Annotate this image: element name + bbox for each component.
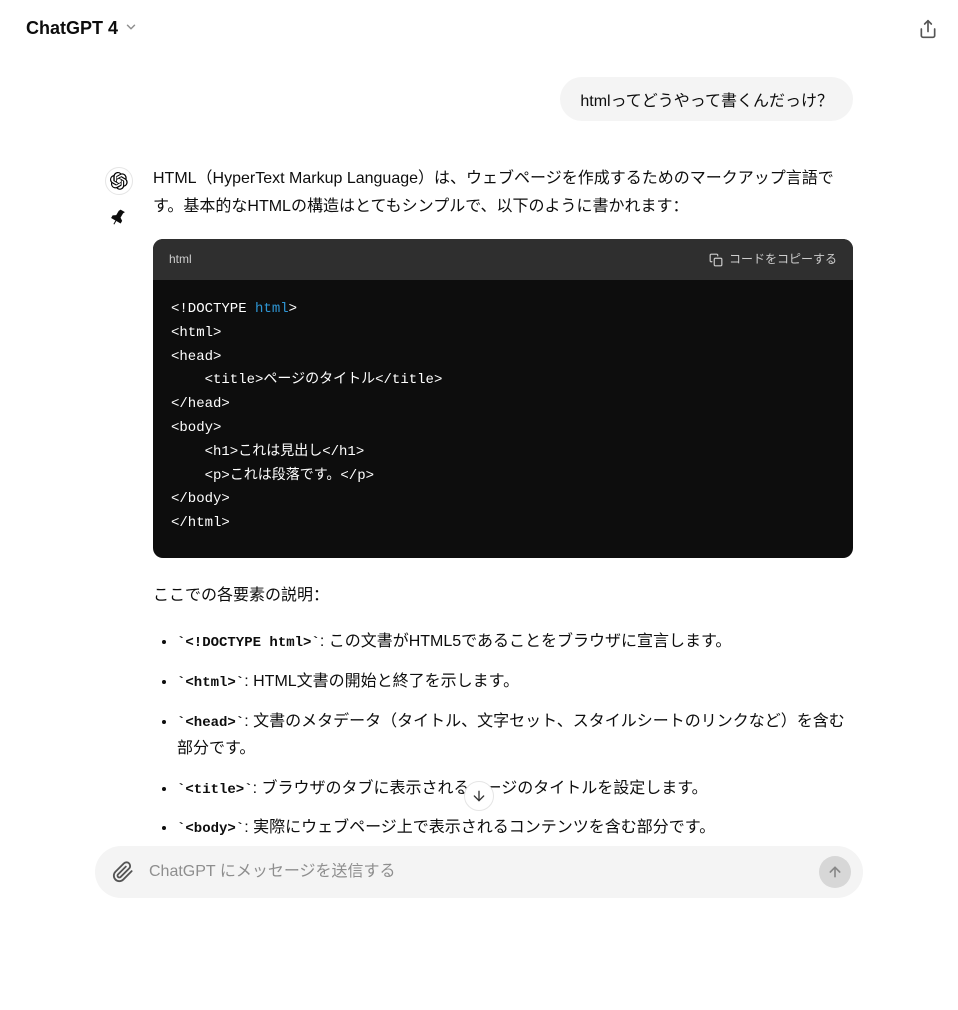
user-message-bubble: htmlってどうやって書くんだっけ？ — [560, 77, 853, 121]
user-message-row: htmlってどうやって書くんだっけ？ — [99, 77, 859, 121]
send-button[interactable] — [819, 856, 851, 888]
assistant-avatar — [105, 167, 133, 195]
list-item: `<body>`: 実際にウェブページ上で表示されるコンテンツを含む部分です。 — [177, 814, 853, 842]
model-selector[interactable]: ChatGPT 4 — [18, 14, 146, 43]
explanation-list: `<!DOCTYPE html>`: この文書がHTML5であることをブラウザに… — [153, 628, 853, 882]
share-button[interactable] — [916, 17, 940, 41]
composer — [95, 846, 863, 898]
message-input[interactable] — [149, 863, 809, 881]
copy-code-label: コードをコピーする — [729, 249, 837, 270]
list-item: `<!DOCTYPE html>`: この文書がHTML5であることをブラウザに… — [177, 628, 853, 656]
scroll-to-bottom-button[interactable] — [464, 781, 494, 811]
assistant-content: HTML（HyperText Markup Language）は、ウェブページを… — [153, 165, 853, 894]
chevron-down-icon — [124, 18, 138, 39]
avatar-column — [105, 165, 133, 894]
list-item: `<head>`: 文書のメタデータ（タイトル、文字セット、スタイルシートのリン… — [177, 708, 853, 763]
model-label: ChatGPT 4 — [26, 18, 118, 39]
list-item: `<html>`: HTML文書の開始と終了を示します。 — [177, 668, 853, 696]
assistant-intro: HTML（HyperText Markup Language）は、ウェブページを… — [153, 165, 853, 221]
pin-icon[interactable] — [110, 207, 128, 225]
code-block-header: html コードをコピーする — [153, 239, 853, 280]
attach-button[interactable] — [107, 856, 139, 888]
header: ChatGPT 4 — [0, 0, 958, 57]
code-language-label: html — [169, 249, 192, 270]
composer-bar — [95, 846, 863, 898]
explain-intro: ここでの各要素の説明： — [153, 582, 853, 610]
code-block: html コードをコピーする <!DOCTYPE html> <html> <h… — [153, 239, 853, 558]
list-item: `<title>`: ブラウザのタブに表示されるページのタイトルを設定します。 — [177, 775, 853, 803]
code-body: <!DOCTYPE html> <html> <head> <title>ページ… — [153, 280, 853, 558]
copy-code-button[interactable]: コードをコピーする — [709, 249, 837, 270]
